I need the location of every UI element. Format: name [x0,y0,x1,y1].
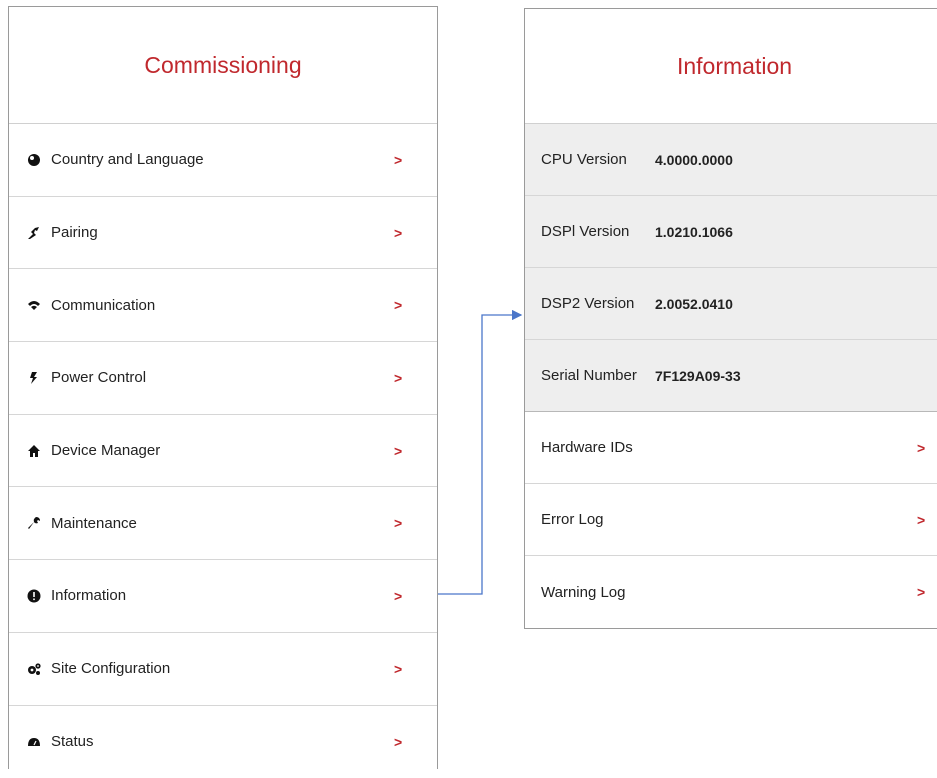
chevron-right-icon: > [917,584,925,600]
wrench-icon [27,516,41,530]
info-label: CPU Version [525,151,655,168]
chevron-right-icon: > [394,297,402,313]
menu-item-device-manager[interactable]: Device Manager > [9,415,437,488]
chevron-right-icon: > [394,225,402,241]
menu-item-status[interactable]: Status > [9,706,437,778]
info-value: 1.0210.1066 [655,224,733,240]
commissioning-panel: Commissioning Country and Language > Pai… [8,6,438,769]
info-label: Serial Number [525,367,655,384]
link-label: Hardware IDs [541,439,633,456]
menu-item-power-control[interactable]: Power Control > [9,342,437,415]
lightning-icon [27,371,41,385]
info-icon [27,589,41,603]
menu-item-label: Information [51,587,126,604]
chevron-right-icon: > [917,440,925,456]
menu-item-country-and-language[interactable]: Country and Language > [9,124,437,197]
menu-item-label: Communication [51,297,155,314]
error-log-link[interactable]: Error Log > [525,484,937,556]
info-row-serial-number: Serial Number 7F129A09-33 [525,340,937,412]
chevron-right-icon: > [394,734,402,750]
chevron-right-icon: > [394,370,402,386]
menu-item-label: Site Configuration [51,660,170,677]
hardware-ids-link[interactable]: Hardware IDs > [525,412,937,484]
menu-item-label: Maintenance [51,515,137,532]
info-row-cpu-version: CPU Version 4.0000.0000 [525,124,937,196]
menu-item-information[interactable]: Information > [9,560,437,633]
chevron-right-icon: > [394,588,402,604]
info-label: DSPl Version [525,223,655,240]
chevron-right-icon: > [394,443,402,459]
menu-item-site-configuration[interactable]: Site Configuration > [9,633,437,706]
info-row-dsp1-version: DSPl Version 1.0210.1066 [525,196,937,268]
info-value: 4.0000.0000 [655,152,733,168]
warning-log-link[interactable]: Warning Log > [525,556,937,628]
info-value: 7F129A09-33 [655,368,741,384]
info-row-dsp2-version: DSP2 Version 2.0052.0410 [525,268,937,340]
home-icon [27,444,41,458]
menu-item-label: Pairing [51,224,98,241]
menu-item-label: Country and Language [51,151,204,168]
information-title: Information [525,9,937,124]
link-label: Error Log [541,511,604,528]
commissioning-title: Commissioning [9,7,437,124]
chevron-right-icon: > [917,512,925,528]
chevron-right-icon: > [394,515,402,531]
menu-item-maintenance[interactable]: Maintenance > [9,487,437,560]
menu-item-pairing[interactable]: Pairing > [9,197,437,270]
menu-item-communication[interactable]: Communication > [9,269,437,342]
menu-item-label: Device Manager [51,442,160,459]
pairing-icon [27,226,41,240]
chevron-right-icon: > [394,152,402,168]
gauge-icon [27,735,41,749]
chevron-right-icon: > [394,661,402,677]
gears-icon [27,662,41,676]
information-panel: Information CPU Version 4.0000.0000 DSPl… [524,8,937,629]
menu-item-label: Status [51,733,94,750]
info-label: DSP2 Version [525,295,655,312]
info-value: 2.0052.0410 [655,296,733,312]
wifi-icon [27,298,41,312]
menu-item-label: Power Control [51,369,146,386]
globe-icon [27,153,41,167]
link-label: Warning Log [541,584,626,601]
